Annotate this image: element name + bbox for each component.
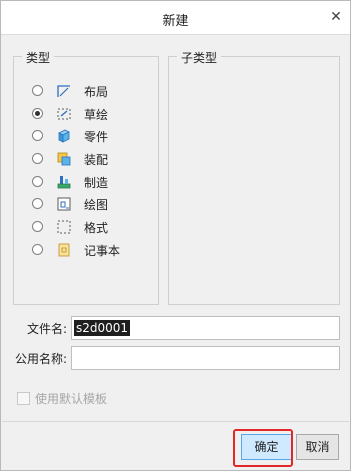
type-item-manufacturing[interactable]: 制造 xyxy=(32,172,152,195)
subtype-group: 子类型 xyxy=(168,49,340,305)
type-radio-assembly[interactable] xyxy=(32,153,43,165)
type-label-notebook: 记事本 xyxy=(84,243,121,258)
part-icon xyxy=(58,129,70,144)
type-radio-sketch[interactable] xyxy=(32,107,43,119)
type-label-manufacturing: 制造 xyxy=(84,175,109,190)
type-item-notebook[interactable]: 记事本 xyxy=(32,240,152,263)
type-item-drawing[interactable]: 绘图 xyxy=(32,194,152,217)
new-file-dialog: 新建 ✕ 类型 布局 草绘 零件 装配 制造 绘图 格式 记事本 子类型 文件名… xyxy=(0,0,351,471)
type-radio-part[interactable] xyxy=(32,130,43,142)
ok-button-highlight xyxy=(233,429,293,467)
type-item-assembly[interactable]: 装配 xyxy=(32,149,152,172)
type-label-drawing: 绘图 xyxy=(84,198,109,213)
assembly-icon xyxy=(57,152,71,166)
type-item-part[interactable]: 零件 xyxy=(32,126,152,149)
type-item-sketch[interactable]: 草绘 xyxy=(32,104,152,127)
type-label-sketch: 草绘 xyxy=(84,107,109,122)
filename-value[interactable]: s2d0001 xyxy=(74,320,131,336)
dialog-title: 新建 xyxy=(162,14,189,29)
manufacturing-icon xyxy=(57,175,71,189)
type-label-layout: 布局 xyxy=(84,85,109,99)
use-default-template-label: 使用默认模板 xyxy=(35,392,108,406)
filename-input[interactable]: s2d0001 xyxy=(71,316,340,340)
type-radio-manufacturing[interactable] xyxy=(32,175,43,187)
type-label-format: 格式 xyxy=(84,221,109,236)
titlebar: 新建 ✕ xyxy=(1,1,350,35)
type-item-layout[interactable]: 布局 xyxy=(32,81,152,104)
divider xyxy=(2,421,349,422)
notebook-icon xyxy=(58,243,70,257)
drawing-icon xyxy=(57,197,71,211)
type-list: 布局 草绘 零件 装配 制造 绘图 格式 记事本 xyxy=(32,81,152,263)
type-label-assembly: 装配 xyxy=(84,153,109,168)
type-radio-layout[interactable] xyxy=(32,85,43,96)
common-name-input[interactable] xyxy=(71,346,340,370)
cancel-button[interactable]: 取消 xyxy=(296,434,339,460)
type-group: 类型 布局 草绘 零件 装配 制造 绘图 格式 记事本 xyxy=(13,49,159,305)
layout-icon xyxy=(57,85,70,97)
common-name-label: 公用名称: xyxy=(15,352,68,366)
close-icon[interactable]: ✕ xyxy=(328,9,344,25)
type-radio-notebook[interactable] xyxy=(32,243,43,255)
subtype-group-label: 子类型 xyxy=(177,49,222,66)
filename-label: 文件名: xyxy=(27,322,68,336)
sketch-icon xyxy=(57,108,71,120)
type-group-label: 类型 xyxy=(22,49,55,66)
type-radio-drawing[interactable] xyxy=(32,198,43,210)
format-icon xyxy=(57,220,71,234)
type-label-part: 零件 xyxy=(84,130,109,145)
use-default-template-checkbox[interactable] xyxy=(17,392,30,405)
type-item-format[interactable]: 格式 xyxy=(32,217,152,240)
type-radio-format[interactable] xyxy=(32,221,43,233)
